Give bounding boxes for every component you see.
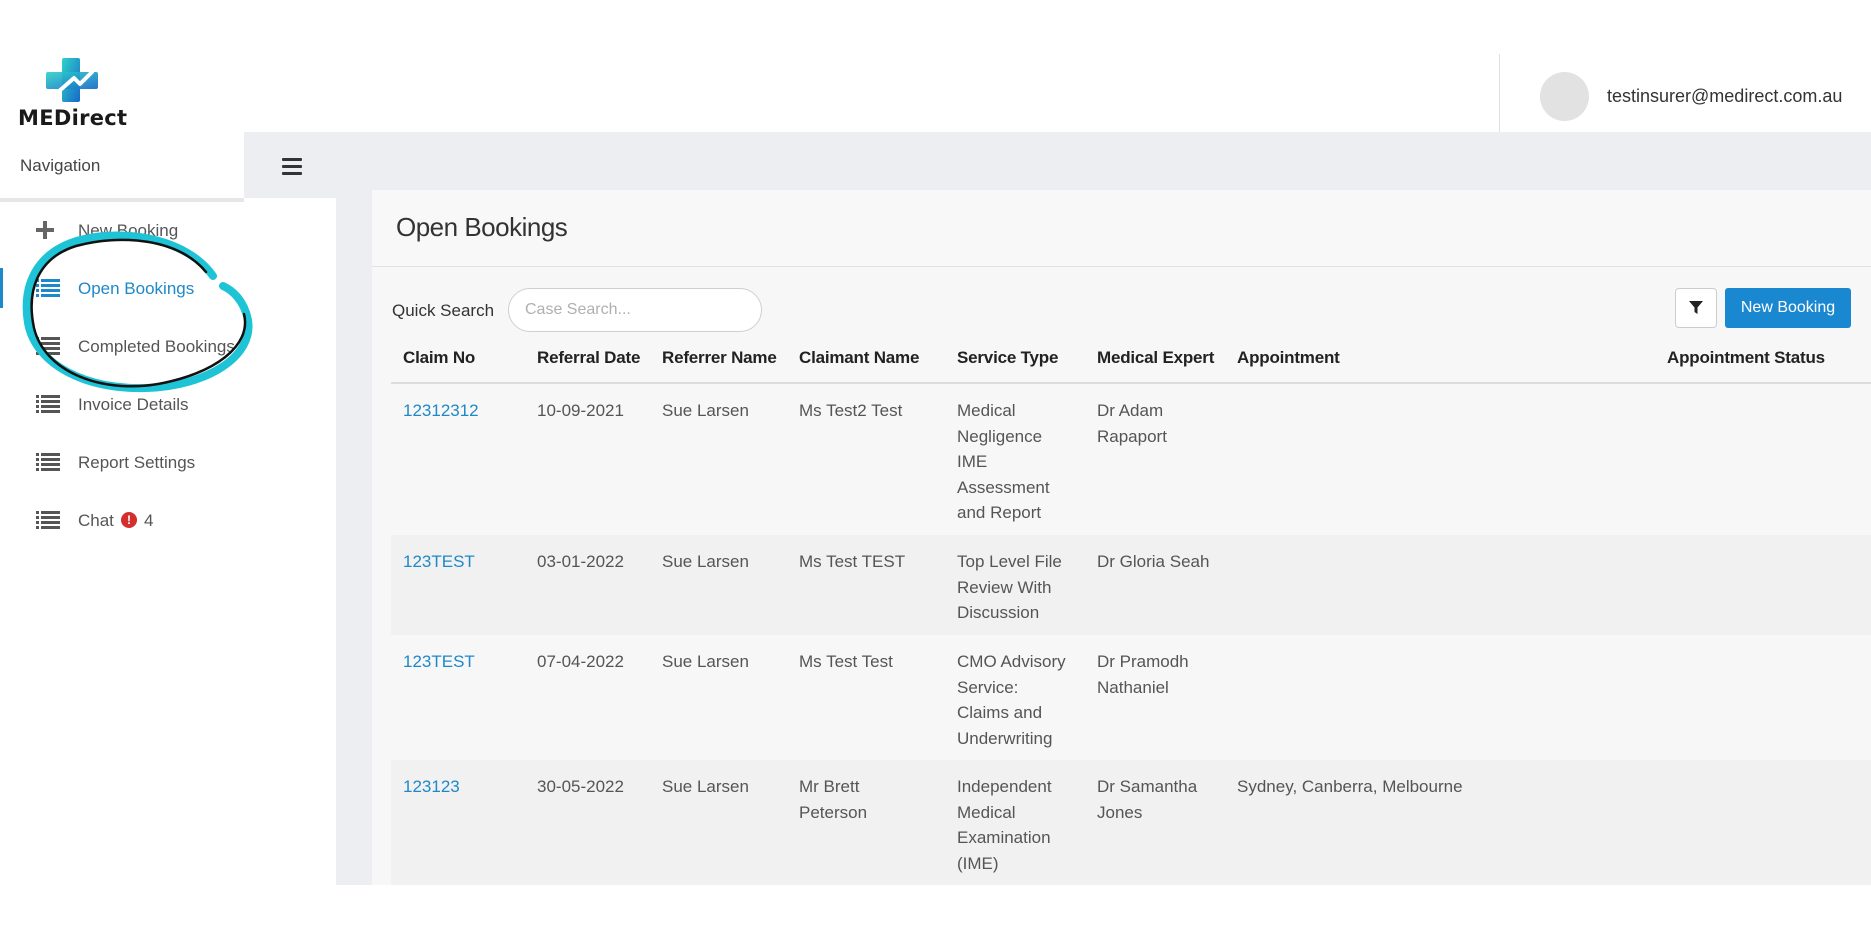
- sidebar-item-report-settings[interactable]: Report Settings: [0, 434, 336, 490]
- referrer-name: Sue Larsen: [662, 401, 749, 420]
- header-divider: [1499, 54, 1500, 132]
- table-row[interactable]: 123123 30-05-2022 Sue Larsen Mr Brett Pe…: [391, 760, 1871, 885]
- claimant-name: Ms Test2 Test: [799, 401, 903, 420]
- sidebar-item-label: Open Bookings: [78, 279, 195, 298]
- quick-search-label: Quick Search: [392, 301, 495, 320]
- filter-icon: [1689, 301, 1703, 314]
- column-header[interactable]: Appointment Status: [1667, 348, 1825, 368]
- plus-icon: [36, 220, 60, 240]
- referral-date: 07-04-2022: [537, 652, 624, 671]
- search-input[interactable]: [508, 288, 762, 332]
- panel-header: Open Bookings: [372, 190, 1871, 267]
- sidebar-item-completed-bookings[interactable]: Completed Bookings: [0, 318, 336, 374]
- claim-number-link[interactable]: 12312312: [403, 398, 479, 424]
- claim-number-link[interactable]: 123TEST: [403, 649, 475, 675]
- referrer-name: Sue Larsen: [662, 652, 749, 671]
- medical-expert: Dr Adam Rapaport: [1097, 401, 1167, 446]
- medical-cross-logo-icon: [46, 58, 98, 102]
- claim-number-link[interactable]: 123123: [403, 774, 460, 800]
- claimant-name: Ms Test TEST: [799, 552, 906, 571]
- service-type: Independent Medical Examination (IME): [957, 777, 1052, 873]
- referral-date: 10-09-2021: [537, 401, 624, 420]
- list-icon: [36, 452, 60, 472]
- claim-number-link[interactable]: 123TEST: [403, 549, 475, 575]
- service-type: Top Level File Review With Discussion: [957, 552, 1062, 622]
- navigation-header: Navigation: [0, 132, 244, 202]
- top-header: MEDirect testinsurer@medirect.com.au: [0, 0, 1871, 132]
- claimant-name: Mr Brett Peterson: [799, 777, 868, 822]
- sidebar-item-label: Chat: [78, 511, 114, 530]
- referral-date: 30-05-2022: [537, 777, 624, 796]
- bottom-margin: [0, 885, 1871, 940]
- navigation-title: Navigation: [20, 156, 101, 175]
- column-header[interactable]: Medical Expert: [1097, 348, 1214, 368]
- user-email[interactable]: testinsurer@medirect.com.au: [1607, 86, 1842, 107]
- sidebar-item-label: Completed Bookings: [78, 337, 235, 356]
- referral-date: 03-01-2022: [537, 552, 624, 571]
- sidebar-item-label: Report Settings: [78, 453, 196, 472]
- column-header[interactable]: Appointment: [1237, 348, 1340, 368]
- sidebar-item-invoice-details[interactable]: Invoice Details: [0, 376, 336, 432]
- appointment: Sydney, Canberra, Melbourne: [1237, 777, 1463, 796]
- medical-expert: Dr Gloria Seah: [1097, 552, 1210, 571]
- list-icon: [36, 510, 60, 530]
- list-icon: [36, 336, 60, 356]
- sidebar-item-open-bookings[interactable]: Open Bookings: [0, 260, 336, 316]
- page-title: Open Bookings: [396, 212, 568, 242]
- service-type: Medical Negligence IME Assessment and Re…: [957, 401, 1050, 522]
- column-header[interactable]: Referral Date: [537, 348, 640, 368]
- medirect-logo[interactable]: MEDirect: [18, 58, 128, 130]
- column-header[interactable]: Claim No: [403, 348, 475, 368]
- table-row[interactable]: 12312312 10-09-2021 Sue Larsen Ms Test2 …: [391, 384, 1871, 535]
- column-header[interactable]: Service Type: [957, 348, 1058, 368]
- medical-expert: Dr Pramodh Nathaniel: [1097, 652, 1189, 697]
- new-booking-button[interactable]: New Booking: [1725, 288, 1851, 328]
- referrer-name: Sue Larsen: [662, 777, 749, 796]
- sidebar-item-label: New Booking: [78, 221, 179, 240]
- open-bookings-panel: Open Bookings Quick Search New Booking C…: [372, 190, 1871, 885]
- list-icon: [36, 278, 60, 298]
- table-row[interactable]: 123TEST 07-04-2022 Sue Larsen Ms Test Te…: [391, 635, 1871, 760]
- sidebar-item-chat[interactable]: Chat ! 4: [0, 492, 336, 548]
- sidebar-item-label: Invoice Details: [78, 395, 189, 414]
- list-icon: [36, 394, 60, 414]
- brand-name: MEDirect: [18, 106, 128, 130]
- referrer-name: Sue Larsen: [662, 552, 749, 571]
- medical-expert: Dr Samantha Jones: [1097, 777, 1198, 822]
- alert-icon: !: [121, 512, 137, 528]
- hamburger-menu-icon: [282, 158, 302, 175]
- sidebar: Navigation New Booking Open Bookings Com…: [0, 132, 336, 885]
- sidebar-toggle-button[interactable]: [244, 132, 336, 198]
- column-header[interactable]: Referrer Name: [662, 348, 777, 368]
- column-header[interactable]: Claimant Name: [799, 348, 919, 368]
- claimant-name: Ms Test Test: [799, 652, 893, 671]
- sidebar-item-new-booking[interactable]: New Booking: [0, 202, 336, 258]
- filter-button[interactable]: [1675, 288, 1717, 328]
- service-type: CMO Advisory Service: Claims and Underwr…: [957, 652, 1066, 748]
- unread-count: 4: [144, 511, 154, 530]
- table-row[interactable]: 123TEST 03-01-2022 Sue Larsen Ms Test TE…: [391, 535, 1871, 635]
- user-avatar[interactable]: [1540, 72, 1589, 121]
